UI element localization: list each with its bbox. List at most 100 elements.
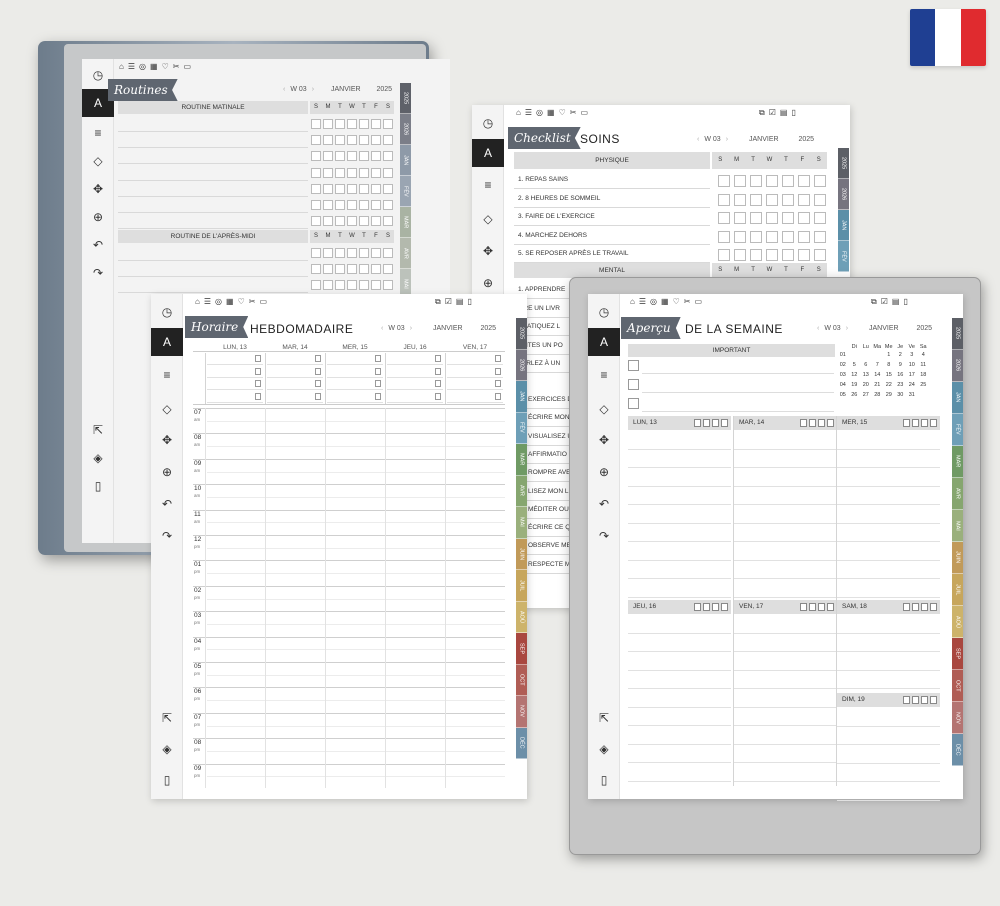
tools-icon[interactable]: ✂ bbox=[249, 297, 256, 306]
mini-note-icon[interactable] bbox=[912, 603, 919, 611]
checkbox[interactable] bbox=[323, 248, 333, 258]
calendar-day[interactable]: 24 bbox=[906, 380, 918, 390]
tools-icon[interactable]: ✂ bbox=[570, 108, 577, 117]
day-header[interactable]: MAR, 14 bbox=[734, 416, 837, 430]
calendar-day[interactable]: 15 bbox=[883, 370, 895, 380]
mini-note-icon[interactable] bbox=[930, 419, 937, 427]
mini-note-icon[interactable] bbox=[712, 419, 719, 427]
mini-note-icon[interactable] bbox=[375, 367, 381, 375]
note-icon[interactable]: ▭ bbox=[694, 297, 702, 306]
pages-icon[interactable]: ⧉ bbox=[759, 108, 765, 118]
checkbox[interactable] bbox=[359, 216, 369, 227]
tab-month[interactable]: MAR bbox=[952, 446, 963, 478]
checkbox[interactable] bbox=[383, 248, 393, 258]
book-icon[interactable]: ▯ bbox=[588, 770, 620, 790]
routine-row[interactable] bbox=[118, 245, 308, 261]
week-number[interactable]: 03 bbox=[837, 370, 849, 380]
mini-note-icon[interactable] bbox=[435, 367, 441, 375]
checkbox[interactable] bbox=[782, 230, 794, 243]
mini-note-icon[interactable] bbox=[818, 419, 825, 427]
mini-note-icon[interactable] bbox=[721, 419, 728, 427]
share-icon[interactable]: ⇱ bbox=[151, 708, 183, 728]
calendar-day[interactable]: 2 bbox=[895, 350, 907, 360]
mini-note-icon[interactable] bbox=[694, 419, 701, 427]
month-label[interactable]: JANVIER bbox=[331, 86, 361, 93]
checkbox[interactable] bbox=[383, 183, 393, 194]
year-label[interactable]: 2025 bbox=[481, 325, 497, 332]
lines-icon[interactable]: ≡ bbox=[82, 123, 114, 143]
tab-year[interactable]: 2026 bbox=[838, 179, 849, 210]
list-icon[interactable]: ☰ bbox=[204, 297, 211, 306]
mini-note-icon[interactable] bbox=[703, 603, 710, 611]
checkbox[interactable] bbox=[718, 249, 730, 261]
notes-icon[interactable]: ▤ bbox=[780, 108, 788, 118]
mini-note-icon[interactable] bbox=[495, 367, 501, 375]
tab-month[interactable]: AVR bbox=[952, 478, 963, 510]
checklist-icon[interactable]: ☑ bbox=[881, 297, 888, 307]
checkbox[interactable] bbox=[798, 212, 810, 224]
routine-row[interactable] bbox=[118, 181, 308, 197]
pages-icon[interactable]: ⧉ bbox=[435, 297, 441, 307]
mini-note-icon[interactable] bbox=[315, 355, 321, 362]
checkbox[interactable] bbox=[311, 264, 321, 275]
checkbox[interactable] bbox=[782, 193, 794, 206]
checkbox[interactable] bbox=[383, 216, 393, 227]
calendar-icon[interactable]: ▦ bbox=[661, 297, 669, 306]
calendar-day[interactable]: 19 bbox=[849, 380, 861, 390]
calendar-day[interactable]: 14 bbox=[872, 370, 884, 380]
tab-year[interactable]: 2025 bbox=[952, 318, 963, 350]
calendar-day[interactable]: 5 bbox=[849, 360, 861, 370]
mini-note-icon[interactable] bbox=[827, 419, 834, 427]
checkbox[interactable] bbox=[311, 280, 321, 291]
checkbox[interactable] bbox=[311, 183, 321, 194]
mini-note-icon[interactable] bbox=[703, 419, 710, 427]
book-icon[interactable]: ▯ bbox=[467, 297, 471, 307]
checkbox[interactable] bbox=[383, 151, 393, 162]
checkbox[interactable] bbox=[359, 264, 369, 275]
calendar-day[interactable]: 18 bbox=[918, 370, 930, 380]
tab-month[interactable]: FÉV bbox=[400, 176, 411, 207]
mini-note-icon[interactable] bbox=[255, 392, 261, 400]
mini-note-icon[interactable] bbox=[800, 419, 807, 427]
checkbox[interactable] bbox=[766, 175, 778, 187]
lines-icon[interactable]: ≡ bbox=[151, 365, 183, 385]
book-icon[interactable]: ▯ bbox=[151, 770, 183, 790]
calendar-day[interactable]: 8 bbox=[883, 360, 895, 370]
checkbox[interactable] bbox=[335, 167, 345, 178]
notes-icon[interactable]: ▤ bbox=[456, 297, 464, 307]
checklist-icon[interactable]: ☑ bbox=[445, 297, 452, 307]
mini-note-icon[interactable] bbox=[912, 696, 919, 704]
year-label[interactable]: 2025 bbox=[917, 325, 933, 332]
checkbox[interactable] bbox=[371, 216, 381, 227]
year-label[interactable]: 2025 bbox=[377, 86, 393, 93]
tab-month[interactable]: AVR bbox=[400, 238, 411, 269]
checkbox[interactable] bbox=[323, 216, 333, 227]
mini-note-icon[interactable] bbox=[712, 603, 719, 611]
checkbox[interactable] bbox=[323, 200, 333, 210]
week-number[interactable]: 05 bbox=[837, 390, 849, 400]
note-icon[interactable]: ▭ bbox=[183, 62, 191, 71]
mini-note-icon[interactable] bbox=[495, 380, 501, 388]
checkbox[interactable] bbox=[750, 249, 762, 261]
tab-month[interactable]: JAN bbox=[516, 381, 527, 413]
undo-icon[interactable]: ↶ bbox=[82, 235, 114, 255]
tab-month[interactable]: NOV bbox=[952, 702, 963, 734]
tab-year[interactable]: 2025 bbox=[838, 148, 849, 179]
tab-year[interactable]: 2026 bbox=[952, 350, 963, 382]
list-icon[interactable]: ☰ bbox=[639, 297, 646, 306]
priority-checkbox[interactable] bbox=[628, 379, 639, 390]
tab-month[interactable]: JAN bbox=[838, 210, 849, 241]
checkbox[interactable] bbox=[359, 135, 369, 146]
heart-icon[interactable]: ♡ bbox=[238, 297, 245, 306]
note-icon[interactable]: ▭ bbox=[259, 297, 267, 306]
move-icon[interactable]: ✥ bbox=[82, 179, 114, 199]
tab-month[interactable]: JUIN bbox=[516, 538, 527, 570]
mini-note-icon[interactable] bbox=[921, 696, 928, 704]
calendar-day[interactable]: 31 bbox=[906, 390, 918, 400]
mini-note-icon[interactable] bbox=[495, 392, 501, 400]
tab-month[interactable]: SEP bbox=[516, 633, 527, 665]
checkbox[interactable] bbox=[750, 193, 762, 206]
calendar-day[interactable]: 16 bbox=[895, 370, 907, 380]
checklist-row[interactable]: 2. 8 HEURES DE SOMMEIL bbox=[514, 190, 710, 208]
week-number[interactable]: 01 bbox=[837, 350, 849, 360]
